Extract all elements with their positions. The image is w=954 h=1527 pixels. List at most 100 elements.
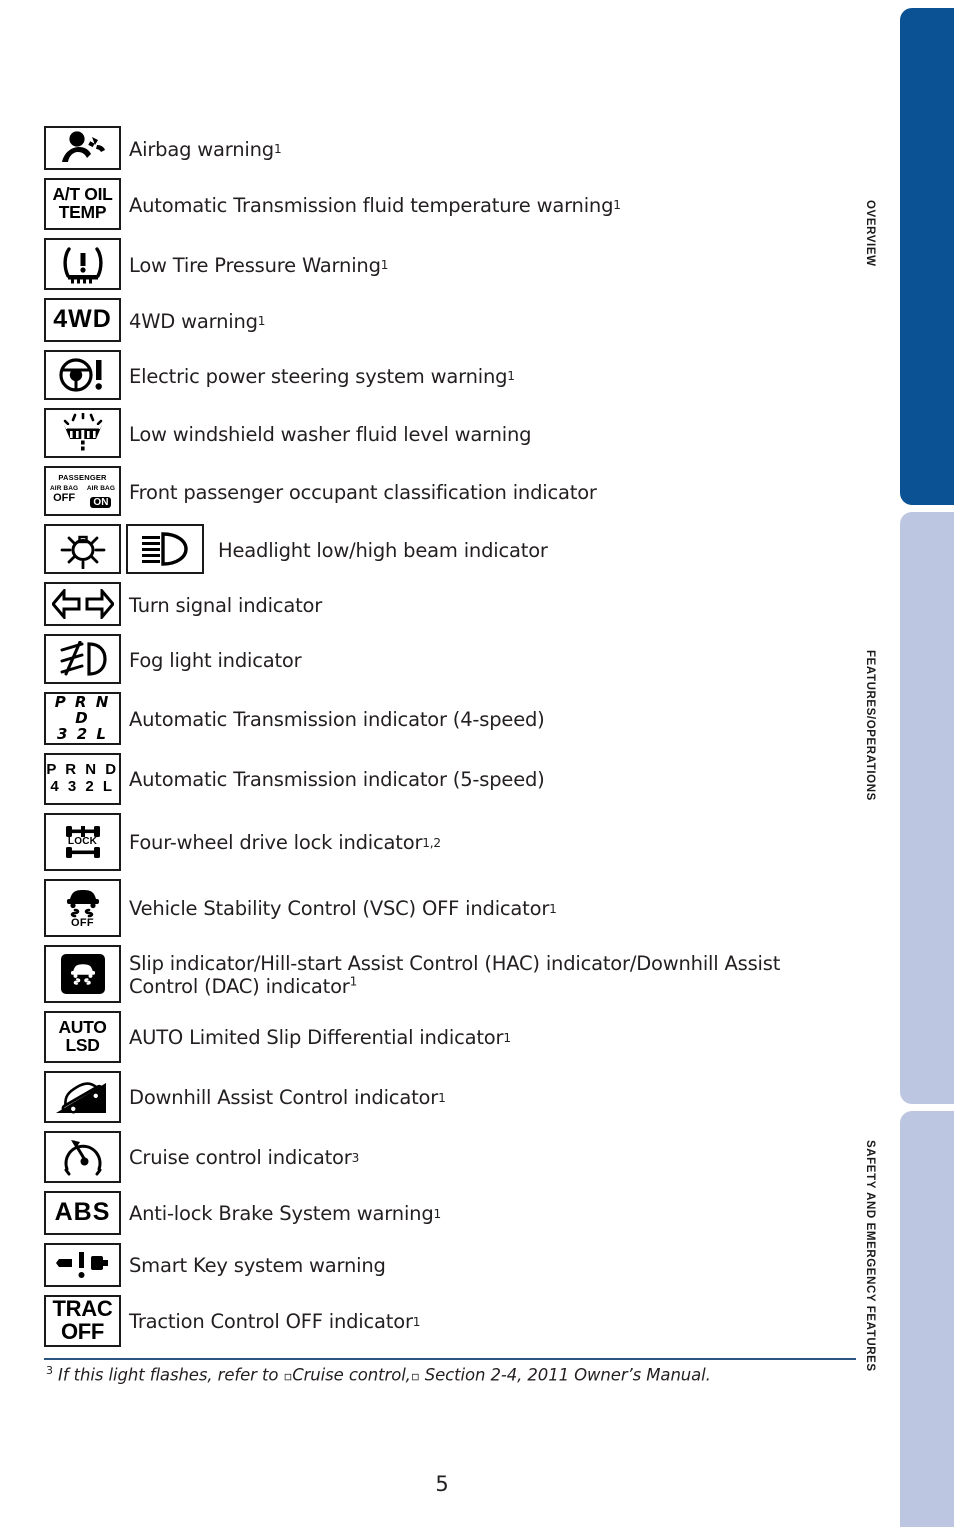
- four-wheel-drive-lock-icon: LOCK: [44, 812, 121, 871]
- row-label: Downhill Assist Control indicator 1: [129, 1086, 446, 1110]
- passenger-airbag-off-caption: AIR BAG: [50, 484, 79, 492]
- washer-fluid-icon: [44, 408, 121, 458]
- table-row: 4WD 4WD warning 1: [44, 298, 844, 343]
- row-label: Automatic Transmission indicator (4-spee…: [121, 693, 545, 746]
- table-row: Electric power steering system warning 1: [44, 350, 844, 401]
- row-label-text: AUTO Limited Slip Differential indicator: [129, 1026, 504, 1050]
- row-label-text: Fog light indicator: [129, 648, 302, 672]
- table-row: ABS Anti-lock Brake System warning 1: [44, 1190, 844, 1236]
- row-label: Anti-lock Brake System warning 1: [129, 1202, 441, 1226]
- cruise-control-icon: [44, 1130, 121, 1183]
- transmission-5speed-line1: P R N D: [46, 761, 119, 779]
- table-row: Airbag warning 1: [44, 126, 844, 171]
- auto-lsd-line1: AUTO: [58, 1016, 107, 1037]
- table-row: OFF Vehicle Stability Control (VSC) OFF …: [44, 878, 844, 938]
- auto-lsd-line2: LSD: [65, 1034, 100, 1055]
- tab-overview[interactable]: [900, 8, 954, 505]
- row-label-text: 4WD warning: [129, 309, 258, 333]
- row-label: Front passenger occupant classification …: [121, 467, 597, 517]
- passenger-airbag-on-caption: AIR BAG: [86, 484, 115, 492]
- table-row: P R N D 4 3 2 L Automatic Transmission i…: [44, 752, 844, 806]
- passenger-airbag-on-state: ON: [90, 496, 112, 508]
- table-row: LOCK Four-wheel drive lock indicator 1,2: [44, 812, 844, 872]
- footnote-marker: 3: [46, 1364, 53, 1377]
- trac-off-line1: TRAC: [52, 1296, 113, 1322]
- vsc-off-icon: OFF: [44, 878, 121, 937]
- headlight-low-beam-icon: [44, 524, 121, 574]
- row-label-text: Airbag warning: [129, 137, 274, 161]
- table-row: Smart Key system warning: [44, 1242, 844, 1288]
- table-row: Headlight low/high beam indicator: [44, 524, 844, 575]
- passenger-airbag-icon: PASSENGER AIR BAG OFF AIR BAG ON: [44, 466, 121, 516]
- transmission-4speed-line1: P R N D: [54, 693, 111, 728]
- transmission-5speed-icon: P R N D 4 3 2 L: [44, 752, 121, 805]
- table-row: Low Tire Pressure Warning 1: [44, 238, 844, 291]
- row-label-text: Anti-lock Brake System warning: [129, 1202, 434, 1226]
- row-label-text: Front passenger occupant classification …: [129, 480, 597, 504]
- footnote-quote-close: ▫: [410, 1369, 420, 1385]
- row-label: Traction Control OFF indicator 1: [129, 1310, 421, 1334]
- row-label-text: Four-wheel drive lock indicator: [129, 831, 423, 855]
- row-label-text: Traction Control OFF indicator: [129, 1310, 413, 1334]
- row-label: 4WD warning 1: [129, 309, 266, 333]
- airbag-warning-icon: [44, 126, 121, 170]
- footnote-divider: [44, 1358, 856, 1360]
- tab-features-operations[interactable]: [900, 512, 954, 1104]
- row-label: Fog light indicator: [121, 635, 302, 685]
- row-label: Headlight low/high beam indicator: [204, 525, 548, 575]
- row-label-text: Automatic Transmission indicator (5-spee…: [129, 768, 545, 792]
- passenger-airbag-title: PASSENGER: [58, 472, 107, 482]
- at-oil-temp-icon: A/T OIL TEMP: [44, 178, 121, 230]
- at-oil-temp-line2: TEMP: [58, 202, 107, 222]
- abs-icon: ABS: [44, 1190, 121, 1235]
- row-label-text: Low Tire Pressure Warning: [129, 253, 381, 277]
- footnote-text-before: If this light flashes, refer to: [52, 1365, 284, 1385]
- transmission-4speed-icon: P R N D 3 2 L: [44, 692, 121, 745]
- row-label: AUTO Limited Slip Differential indicator…: [129, 1026, 511, 1050]
- turn-signal-icon: [44, 582, 121, 626]
- table-row: Fog light indicator: [44, 634, 844, 685]
- table-row: Cruise control indicator 3: [44, 1130, 844, 1184]
- low-tire-pressure-icon: [44, 238, 121, 290]
- footnote-text-after: Section 2-4, 2011 Owner’s Manual.: [419, 1365, 711, 1385]
- row-label-text: Cruise control indicator: [129, 1146, 352, 1170]
- footnote-quoted-title: Cruise control,: [292, 1365, 411, 1385]
- headlight-high-beam-icon: [126, 524, 204, 574]
- table-row: PASSENGER AIR BAG OFF AIR BAG ON Front p…: [44, 466, 844, 517]
- row-label: Vehicle Stability Control (VSC) OFF indi…: [129, 897, 557, 921]
- fog-light-icon: [44, 634, 121, 684]
- row-label: Turn signal indicator: [121, 583, 322, 627]
- four-wd-icon-text: 4WD: [53, 305, 112, 334]
- tab-safety-and-emergency-features[interactable]: [900, 1111, 954, 1527]
- smart-key-warning-icon: [44, 1242, 121, 1287]
- footnote-quote-open: ▫: [283, 1369, 293, 1385]
- row-label: Cruise control indicator 3: [129, 1146, 360, 1170]
- tab-overview-label: OVERVIEW: [864, 200, 876, 267]
- trac-off-icon: TRAC OFF: [44, 1294, 121, 1347]
- table-row: TRAC OFF Traction Control OFF indicator 1: [44, 1294, 844, 1348]
- trac-off-line2: OFF: [60, 1318, 105, 1344]
- passenger-airbag-off-state: OFF: [53, 491, 76, 504]
- row-label-text: Automatic Transmission indicator (4-spee…: [129, 707, 545, 731]
- table-row: Low windshield washer fluid level warnin…: [44, 408, 844, 459]
- tab-safety-and-emergency-features-label: SAFETY AND EMERGENCY FEATURES: [864, 1140, 876, 1372]
- row-label-text: Automatic Transmission fluid temperature…: [129, 193, 614, 217]
- indicator-symbol-table: Airbag warning 1 A/T OIL TEMP Automatic T…: [44, 126, 844, 1348]
- row-label-text: Low windshield washer fluid level warnin…: [129, 422, 532, 446]
- electric-power-steering-icon: [44, 350, 121, 400]
- row-label: Low windshield washer fluid level warnin…: [121, 409, 532, 459]
- section-tab-rail: [880, 0, 954, 1527]
- page-number: 5: [435, 1472, 449, 1496]
- row-label: Electric power steering system warning 1: [129, 364, 515, 388]
- row-label: Automatic Transmission fluid temperature…: [129, 193, 621, 217]
- row-label: Four-wheel drive lock indicator 1,2: [129, 831, 441, 855]
- transmission-5speed-line2: 4 3 2 L: [50, 777, 115, 795]
- transmission-4speed-line2: 3 2 L: [57, 725, 108, 744]
- footnote: 3 If this light flashes, refer to ▫Cruis…: [46, 1364, 866, 1385]
- row-label-text: Smart Key system warning: [129, 1254, 386, 1278]
- row-label: Automatic Transmission indicator (5-spee…: [121, 754, 545, 806]
- vsc-off-text: OFF: [71, 917, 94, 930]
- table-row: AUTO LSD AUTO Limited Slip Differential …: [44, 1010, 844, 1064]
- row-label-footnote: 1: [349, 974, 358, 989]
- row-label: Low Tire Pressure Warning 1: [129, 253, 389, 277]
